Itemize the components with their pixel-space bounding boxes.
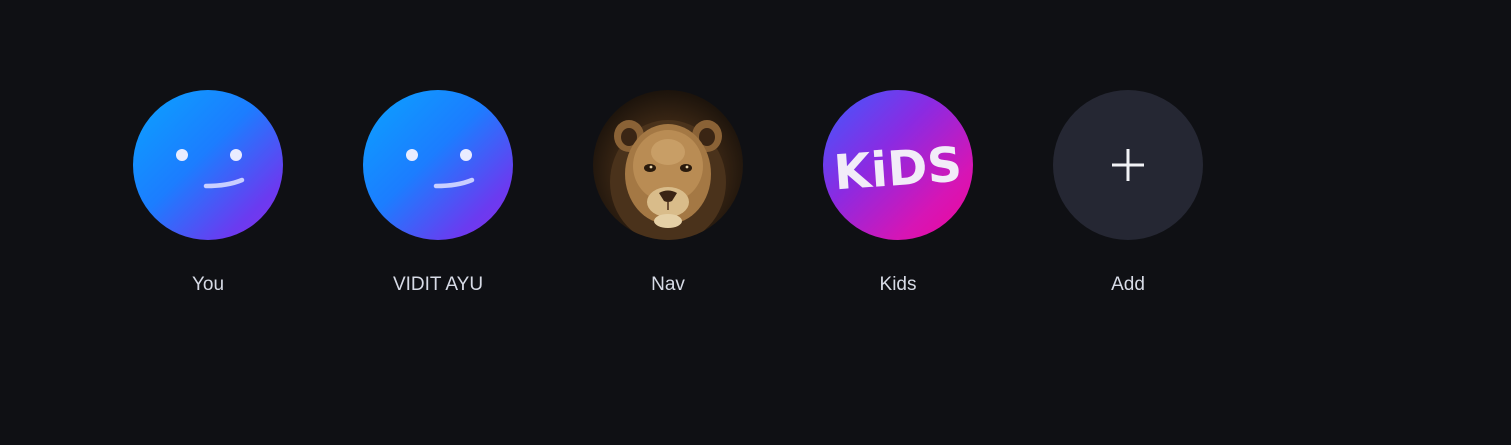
smile-face-icon[interactable] bbox=[363, 90, 513, 240]
kids-logo[interactable]: KiDS bbox=[823, 90, 973, 240]
profile-name: You bbox=[191, 274, 225, 295]
profile-selector: You VIDIT AYU Nav KiDS Kids Add bbox=[133, 90, 1203, 297]
profile-nav[interactable]: Nav bbox=[593, 90, 743, 297]
plus-icon[interactable] bbox=[1053, 90, 1203, 240]
lion-cub-image[interactable] bbox=[593, 90, 743, 240]
svg-text:KiDS: KiDS bbox=[832, 137, 964, 202]
profile-you[interactable]: You bbox=[133, 90, 283, 297]
add-profile-label: Add bbox=[1111, 274, 1145, 295]
smile-face-icon[interactable] bbox=[133, 90, 283, 240]
profile-vidit-ayu[interactable]: VIDIT AYU bbox=[363, 90, 513, 297]
profile-kids[interactable]: KiDS Kids bbox=[823, 90, 973, 297]
profile-name: Kids bbox=[879, 274, 917, 295]
profile-name: Nav bbox=[651, 274, 685, 295]
add-profile-button[interactable]: Add bbox=[1053, 90, 1203, 297]
profile-name: VIDIT AYU bbox=[392, 274, 484, 295]
